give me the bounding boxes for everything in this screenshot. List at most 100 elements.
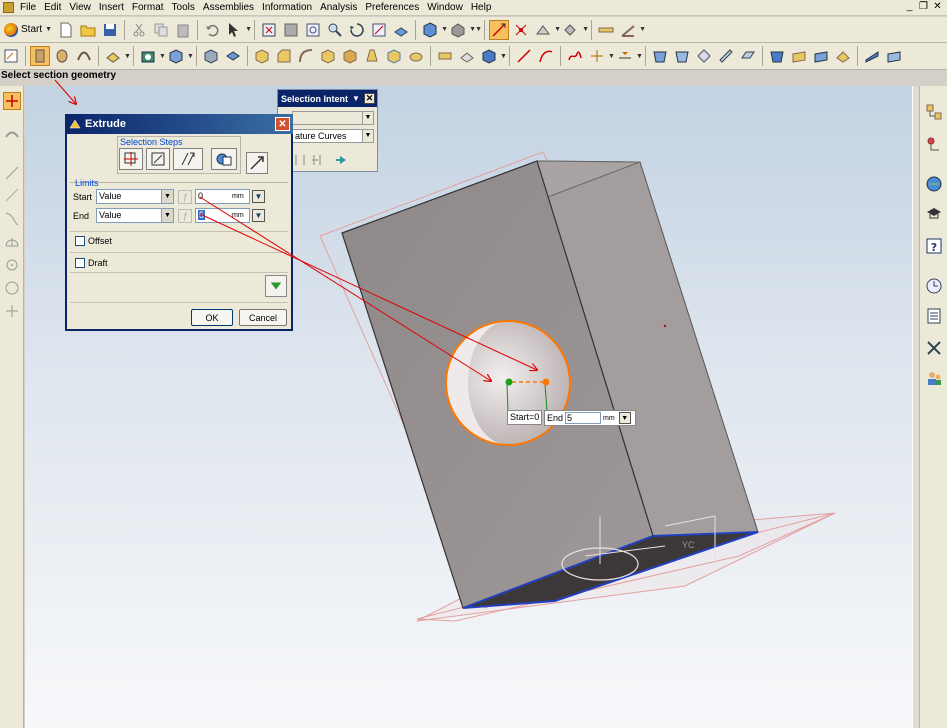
revolve-icon[interactable] [52,46,72,66]
sketch-icon[interactable] [1,46,21,66]
select-feature-icon[interactable] [533,20,553,40]
more-options-button[interactable] [265,275,287,297]
surface-icon-4[interactable] [716,46,736,66]
paste-icon[interactable] [173,20,193,40]
end-type-select[interactable]: Value ▼ [96,208,174,223]
split-body-icon[interactable] [340,46,360,66]
start-menu-icon[interactable]: ▼ [252,190,265,203]
minimize-button[interactable]: _ [904,1,915,12]
edge-blend-icon[interactable] [252,46,272,66]
history-icon[interactable] [924,276,944,296]
undo-icon[interactable] [202,20,222,40]
section-step-button[interactable] [119,148,143,170]
offset-face-icon[interactable] [384,46,404,66]
orient-view-icon[interactable] [391,20,411,40]
boolean-step-button[interactable] [211,148,237,170]
surface-icon-2[interactable] [672,46,692,66]
zoom-icon[interactable] [325,20,345,40]
hole-icon[interactable] [138,46,158,66]
draft-icon[interactable] [362,46,382,66]
help-icon[interactable]: ? [924,236,944,256]
menu-format[interactable]: Format [128,2,168,13]
crosshair-tool-icon[interactable] [3,302,21,320]
rotate-icon[interactable] [347,20,367,40]
draft-option[interactable]: Draft [75,256,108,270]
save-icon[interactable] [100,20,120,40]
chamfer-icon[interactable] [274,46,294,66]
sew-icon[interactable] [479,46,499,66]
point-icon[interactable] [587,46,607,66]
menu-window[interactable]: Window [423,2,467,13]
start-formula-icon[interactable]: ƒ [178,189,192,204]
selection-intent-close-icon[interactable]: ✕ [364,93,375,104]
surface-icon-11[interactable] [884,46,904,66]
curve-rule-combo[interactable]: ature Curves ▼ [292,129,374,143]
menu-tools[interactable]: Tools [168,2,199,13]
copy-icon[interactable] [151,20,171,40]
trim-body-icon[interactable] [318,46,338,66]
end-menu-icon[interactable]: ▼ [252,209,265,222]
block-icon[interactable] [166,46,186,66]
restore-button[interactable]: ❐ [918,1,929,12]
menu-analysis[interactable]: Analysis [316,2,361,13]
selection-intent-dropdown-icon[interactable]: ▼ [352,94,360,103]
roles-icon[interactable] [924,368,944,388]
surface-icon-9[interactable] [833,46,853,66]
select-curve-icon[interactable] [489,19,510,40]
surface-icon-5[interactable] [738,46,758,66]
subtract-icon[interactable] [223,46,243,66]
menu-preferences[interactable]: Preferences [361,2,423,13]
fillet-tool-icon[interactable] [3,233,21,251]
sweep-icon[interactable] [74,46,94,66]
extrude-dialog-titlebar[interactable]: Extrude ✕ [65,114,293,134]
shell-icon[interactable] [296,46,316,66]
vector-step-button[interactable] [173,148,203,170]
new-file-icon[interactable] [56,20,76,40]
menu-file[interactable]: File [16,2,40,13]
close-window-button[interactable]: ✕ [932,1,943,12]
ok-button[interactable]: OK [191,309,233,326]
open-folder-icon[interactable] [78,20,98,40]
end-tag-dropdown-icon[interactable]: ▼ [618,412,631,424]
selection-intent-header[interactable]: Selection Intent ▼ ✕ [278,90,377,107]
measure-distance-icon[interactable] [596,20,616,40]
menu-insert[interactable]: Insert [95,2,128,13]
circle-tool-icon[interactable] [3,279,21,297]
pan-icon[interactable] [369,20,389,40]
pattern-icon[interactable] [406,46,426,66]
snap-icon[interactable] [3,92,21,110]
offset-option[interactable]: Offset [75,234,112,248]
cursor-select-icon[interactable] [224,20,244,40]
line-icon[interactable] [514,46,534,66]
scale-icon[interactable] [457,46,477,66]
training-icon[interactable] [924,204,944,224]
draft-checkbox[interactable] [75,258,85,268]
arc-tool-icon[interactable] [3,186,21,204]
surface-icon-7[interactable] [789,46,809,66]
sketch-tool-icon[interactable] [3,124,21,142]
resource-bar-gripper[interactable] [912,86,919,728]
curve-tools-icon[interactable] [615,46,635,66]
extrude-close-icon[interactable]: ✕ [275,117,290,131]
reverse-direction-button[interactable] [246,152,268,174]
snap-point-icon[interactable] [511,20,531,40]
palette-icon[interactable] [924,306,944,326]
end-formula-icon[interactable]: ƒ [178,208,192,223]
offset-checkbox[interactable] [75,236,85,246]
cut-icon[interactable] [129,20,149,40]
shading-icon[interactable] [448,20,468,40]
line-tool-icon[interactable] [3,164,21,182]
web-browser-icon[interactable] [924,174,944,194]
start-type-select[interactable]: Value ▼ [96,189,174,204]
zoom-area-icon[interactable] [303,20,323,40]
unite-icon[interactable] [201,46,221,66]
menu-edit[interactable]: Edit [40,2,65,13]
extrude-icon[interactable] [30,46,50,66]
direction-step-button[interactable] [146,148,170,170]
end-tag-input[interactable]: 5 [565,412,602,424]
spline-tool-icon[interactable] [3,210,21,228]
system-materials-icon[interactable] [924,338,944,358]
menu-assemblies[interactable]: Assemblies [199,2,258,13]
arc-icon[interactable] [536,46,556,66]
menu-information[interactable]: Information [258,2,316,13]
